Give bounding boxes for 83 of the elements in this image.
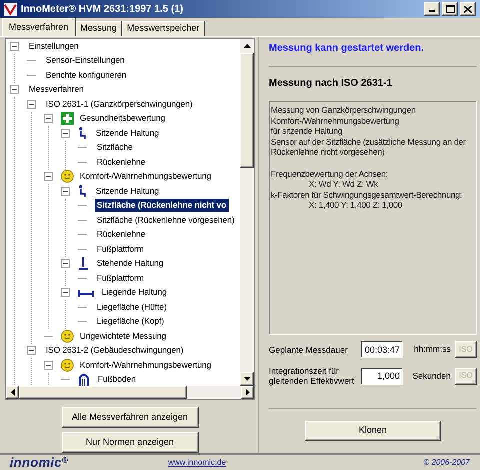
scroll-left-icon[interactable] [10,389,14,396]
field-label: Geplante Messdauer [269,344,349,354]
standing-figure-icon [78,257,89,270]
field-label: Integrationszeit für gleitenden Effektivwert [269,366,356,386]
description-line: Frequenzbewertung der Achsen: [271,168,390,179]
tree-item[interactable]: Einstellungen [27,40,81,53]
vertical-scrollbar[interactable] [240,39,254,386]
maximize-button[interactable] [442,2,458,16]
collapse-toggle[interactable] [10,85,19,94]
collapse-toggle[interactable] [61,128,70,138]
minimize-button[interactable] [424,2,440,16]
clone-button[interactable]: Klonen [305,421,441,441]
tree-item[interactable]: Sitzfläche (Rückenlehne vorgesehen) [95,214,237,227]
lying-figure-icon [78,288,94,297]
smiley-icon [61,330,74,343]
tree-item[interactable]: Stehende Haltung [95,257,166,270]
collapse-toggle[interactable] [44,114,53,124]
tree-item[interactable]: Fußboden [96,373,138,386]
close-icon [464,6,472,12]
collapse-toggle[interactable] [10,42,19,51]
unit-label: hh:mm:ss [414,343,451,356]
tree-item[interactable]: Komfort-/Wahrnehmungsbewertung [78,358,214,372]
description-line: Sensor auf der Sitzfläche (zusätzliche Messung an der Rückenlehne nicht vorgesehen) [271,136,467,158]
smiley-icon [61,358,74,372]
description-line: für sitzende Haltung [271,126,344,136]
tree-item[interactable]: Ungewichtete Messung [78,330,168,343]
description-line: X: 1,400 Y: 1,400 Z: 1,000 [308,200,404,210]
collapse-toggle[interactable] [44,360,53,370]
collapse-toggle[interactable] [27,100,36,109]
tree-item[interactable]: Sensor-Einstellungen [44,54,127,68]
collapse-toggle[interactable] [61,259,70,268]
section-heading: Messung nach ISO 2631-1 [269,77,394,91]
tree-item[interactable]: Liegende Haltung [100,286,170,300]
tree-item[interactable]: Rückenlehne [95,156,148,169]
website-link[interactable]: www.innomic.de [168,456,226,468]
tree-item[interactable]: Messverfahren [27,83,86,96]
status-message: Messung kann gestartet werden. [269,42,426,56]
description-line: Komfort-/Wahrnehmungsbewertung [271,116,400,126]
horizontal-scrollbar[interactable] [6,386,254,399]
smiley-icon [61,170,74,184]
collapse-toggle[interactable] [61,288,70,298]
scroll-right-icon[interactable] [246,389,250,396]
collapse-toggle[interactable] [27,346,36,356]
tree-item[interactable]: Liegefläche (Kopf) [95,315,166,328]
tree-item[interactable]: Sitzende Haltung [94,126,162,140]
seated-person-icon [78,126,88,140]
maximize-icon [446,5,454,13]
company-logo: innomic$^{®}$ [10,456,68,469]
tree-item[interactable]: ISO 2631-2 (Gebäudeschwingungen) [44,344,186,358]
filter-button[interactable]: Nur Normen anzeigen [62,432,198,453]
close-button[interactable] [460,2,476,16]
input-field[interactable]: 1,000 [361,368,403,384]
tab[interactable]: Messverfahren [2,18,76,36]
filter-button[interactable]: Alle Messverfahren anzeigen [62,407,198,428]
input-field[interactable]: 00:03:47 [361,341,403,358]
tree-item[interactable]: Fußplattform [95,272,146,285]
description-line: k-Faktoren für Schwingungsgesamtwert-Berechnung: [271,190,464,200]
collapse-toggle[interactable] [44,172,53,182]
tree-item[interactable]: Berichte konfigurieren [44,68,128,82]
tree-item[interactable]: Liegefläche (Hüfte) [95,300,169,314]
tree-item[interactable]: Sitzfläche [95,141,135,154]
description-line: X: Wd Y: Wd Z: Wk [308,179,380,190]
copyright: © 2006-2007 [424,456,470,468]
tree-item[interactable]: Sitzfläche (Rückenlehne nicht vo [95,199,229,212]
description-line: Messung von Ganzkörperschwingungen [271,105,417,116]
tab[interactable]: Messwertspeicher [122,21,205,36]
app-icon [4,2,17,16]
tree-item[interactable]: Rückenlehne [95,228,148,242]
unit-label: Sekunden [412,370,451,382]
cross-icon [61,112,74,126]
tree-item[interactable]: Fußplattform [95,242,146,256]
tab[interactable]: Messung [76,21,122,36]
seated-person-icon [78,184,88,198]
tree-item[interactable]: Komfort-/Wahrnehmungsbewertung [78,170,214,184]
tree-item[interactable]: Sitzende Haltung [94,184,162,198]
minimize-icon [429,10,435,12]
scroll-down-icon[interactable] [244,377,250,381]
collapse-toggle[interactable] [61,186,70,196]
tree-item[interactable]: Gesundheitsbewertung [78,112,168,126]
tree-item[interactable]: ISO 2631-1 (Ganzkörperschwingungen) [44,98,195,111]
window-title: InnoMeter® HVM 2631:1997 1.5 (1) [21,2,184,16]
scroll-up-icon[interactable] [244,44,250,48]
arch-icon [78,373,90,386]
